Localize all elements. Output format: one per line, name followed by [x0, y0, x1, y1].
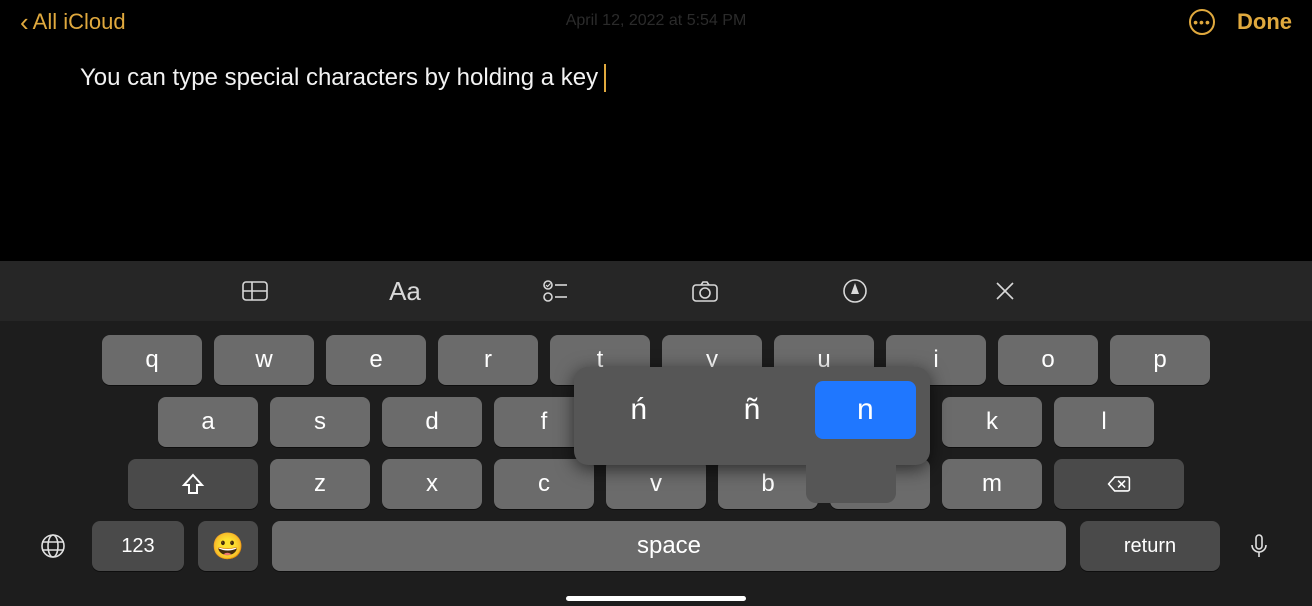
space-key[interactable]: space [272, 521, 1066, 571]
chevron-left-icon: ‹ [20, 9, 29, 35]
accent-option-1[interactable]: ñ [701, 381, 802, 439]
checklist-icon [540, 276, 570, 306]
key-d[interactable]: d [382, 397, 482, 447]
home-indicator[interactable] [566, 596, 746, 601]
return-key[interactable]: return [1080, 521, 1220, 571]
close-icon [994, 280, 1016, 302]
numbers-key[interactable]: 123 [92, 521, 184, 571]
note-timestamp: April 12, 2022 at 5:54 PM [566, 12, 747, 30]
more-button[interactable]: ••• [1189, 9, 1215, 35]
popup-tail [806, 453, 896, 503]
key-x[interactable]: x [382, 459, 482, 509]
note-text: You can type special characters by holdi… [80, 64, 598, 92]
key-r[interactable]: r [438, 335, 538, 385]
dictation-button[interactable] [1234, 521, 1284, 571]
key-c[interactable]: c [494, 459, 594, 509]
backspace-icon [1106, 471, 1132, 497]
globe-button[interactable] [28, 521, 78, 571]
key-o[interactable]: o [998, 335, 1098, 385]
markup-button[interactable] [830, 271, 880, 311]
format-button[interactable]: Aa [380, 271, 430, 311]
key-e[interactable]: e [326, 335, 426, 385]
shift-icon [180, 471, 206, 497]
backspace-key[interactable] [1054, 459, 1184, 509]
shift-key[interactable] [128, 459, 258, 509]
text-cursor [604, 64, 606, 92]
key-v[interactable]: v [606, 459, 706, 509]
key-a[interactable]: a [158, 397, 258, 447]
accent-popup: ń ñ n [574, 367, 930, 465]
markup-icon [840, 276, 870, 306]
key-z[interactable]: z [270, 459, 370, 509]
key-k[interactable]: k [942, 397, 1042, 447]
key-l[interactable]: l [1054, 397, 1154, 447]
accent-option-2[interactable]: n [815, 381, 916, 439]
back-label: All iCloud [33, 9, 126, 35]
mic-icon [1244, 531, 1274, 561]
key-q[interactable]: q [102, 335, 202, 385]
dismiss-toolbar-button[interactable] [980, 271, 1030, 311]
camera-icon [690, 276, 720, 306]
emoji-icon: 😀 [212, 531, 244, 562]
camera-button[interactable] [680, 271, 730, 311]
back-button[interactable]: ‹ All iCloud [20, 9, 126, 35]
globe-icon [38, 531, 68, 561]
accent-option-0[interactable]: ń [588, 381, 689, 439]
ellipsis-icon: ••• [1193, 15, 1211, 29]
done-button[interactable]: Done [1237, 9, 1292, 35]
key-b[interactable]: b [718, 459, 818, 509]
keyboard: ń ñ n q w e r t y u i o p a s d f [0, 321, 1312, 606]
key-p[interactable]: p [1110, 335, 1210, 385]
table-button[interactable] [230, 271, 280, 311]
table-icon [240, 276, 270, 306]
emoji-key[interactable]: 😀 [198, 521, 258, 571]
key-s[interactable]: s [270, 397, 370, 447]
note-text-area[interactable]: You can type special characters by holdi… [0, 44, 1312, 92]
key-m[interactable]: m [942, 459, 1042, 509]
checklist-button[interactable] [530, 271, 580, 311]
key-w[interactable]: w [214, 335, 314, 385]
